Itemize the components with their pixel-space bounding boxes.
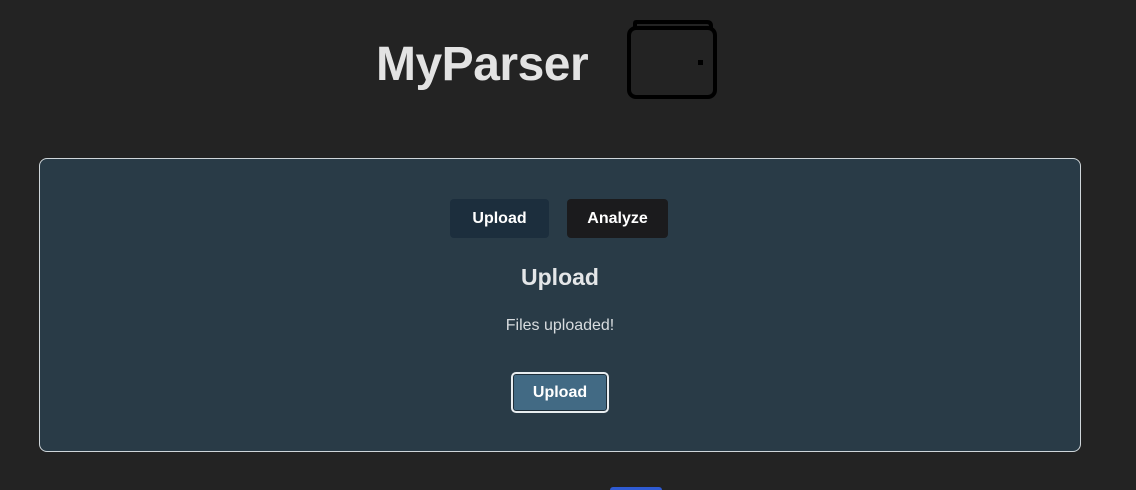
header: MyParser — [0, 0, 1136, 130]
upload-panel: Upload Analyze Upload Files uploaded! Up… — [39, 158, 1081, 452]
upload-button[interactable]: Upload — [511, 372, 609, 413]
status-message: Files uploaded! — [505, 317, 615, 334]
tab-analyze[interactable]: Analyze — [567, 199, 668, 238]
page: MyParser Upload Analyze Upload Files upl… — [0, 0, 1136, 490]
tab-upload[interactable]: Upload — [450, 199, 549, 238]
wallet-icon — [626, 20, 718, 100]
tab-bar: Upload Analyze — [450, 199, 668, 238]
section-title: Upload — [521, 264, 599, 290]
app-title: MyParser — [376, 38, 589, 91]
